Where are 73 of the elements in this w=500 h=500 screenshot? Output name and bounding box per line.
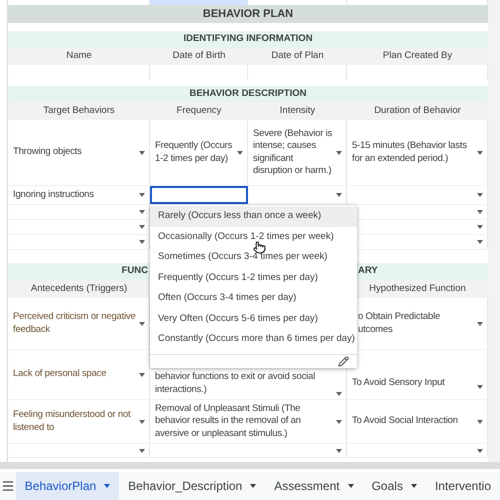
dropdown-arrow-icon[interactable] — [477, 210, 483, 214]
caret-icon[interactable] — [104, 484, 110, 488]
sheet-tab[interactable]: Interventio — [426, 472, 500, 500]
dropdown-option[interactable]: Constantly (Occurs more than 6 times per day) — [150, 329, 357, 350]
dropdown-arrow-icon[interactable] — [139, 240, 145, 244]
cell-text: o Obtain Predictable utcomes — [358, 311, 440, 336]
section-title: BEHAVIOR DESCRIPTION — [189, 86, 306, 101]
column-header: Target Behaviors — [43, 104, 115, 118]
dropdown-option[interactable]: Often (Occurs 3-4 times per day) — [150, 288, 357, 308]
horizontal-scrollbar[interactable] — [0, 462, 500, 469]
dropdown-arrow-icon[interactable] — [139, 322, 145, 326]
hand-cursor-icon — [253, 241, 266, 254]
dropdown-arrow-icon[interactable] — [336, 193, 342, 197]
dropdown-arrow-icon[interactable] — [336, 150, 342, 154]
dropdown-arrow-icon[interactable] — [139, 193, 145, 197]
dropdown-arrow-icon[interactable] — [237, 150, 243, 154]
column-header: Intensity — [280, 104, 316, 118]
dropdown-arrow-icon[interactable] — [139, 150, 145, 154]
dropdown-option[interactable]: Occasionally (Occurs 1-2 times per week) — [150, 226, 357, 247]
dropdown-arrow-icon[interactable] — [139, 225, 145, 229]
dropdown-arrow-icon[interactable] — [139, 372, 145, 376]
dropdown-arrow-icon[interactable] — [336, 392, 342, 396]
column-header: Hypothesized Function — [369, 282, 466, 296]
cell-text: To Avoid Social Interaction — [352, 415, 458, 428]
dropdown-arrow-icon[interactable] — [477, 322, 483, 326]
plan-title: BEHAVIOR PLAN — [202, 6, 294, 22]
dropdown-arrow-icon[interactable] — [477, 150, 483, 154]
column-header: Frequency — [176, 104, 222, 118]
dropdown-arrow-icon[interactable] — [477, 448, 483, 452]
dropdown-arrow-icon[interactable] — [477, 385, 483, 389]
sheet-tab[interactable]: BehaviorPlan — [16, 472, 120, 500]
cell-text: Lack of personal space — [13, 368, 106, 381]
dropdown-arrow-icon[interactable] — [139, 210, 145, 214]
dropdown-arrow-icon[interactable] — [477, 193, 483, 197]
sheet-tab[interactable]: Assessment — [265, 472, 363, 500]
sheet-tab[interactable]: Goals — [362, 472, 426, 500]
column-header: Duration of Behavior — [374, 104, 461, 118]
column-header: Plan Created By — [382, 49, 452, 64]
dropdown-arrow-icon[interactable] — [336, 448, 342, 452]
cell-text: Perceived criticism or negative feedback — [13, 311, 137, 336]
sheet-tab[interactable]: Behavior_Description — [119, 472, 266, 500]
caret-icon[interactable] — [410, 484, 417, 488]
selected-cell[interactable] — [150, 186, 248, 204]
dropdown-arrow-icon[interactable] — [139, 420, 145, 424]
section-title-part: FUNC — [122, 264, 148, 278]
section-title-part: ARY — [358, 264, 378, 278]
dropdown-option[interactable]: Sometimes (Occurs 3-4 times per week) — [150, 247, 357, 268]
dropdown-option[interactable]: Frequently (Occurs 1-2 times per day) — [150, 268, 357, 288]
dropdown-arrow-icon[interactable] — [477, 240, 483, 244]
dropdown-arrow-icon[interactable] — [336, 420, 342, 424]
cell-text: Feeling misunderstood or not listened to — [13, 409, 132, 434]
menu-icon[interactable] — [0, 479, 15, 493]
dropdown-arrow-icon[interactable] — [477, 420, 483, 424]
cell-text: Frequently (Occurs 1-2 times per day) — [155, 140, 234, 165]
cell-text: behavior functions to exit or avoid social interactions.) — [155, 371, 316, 396]
dropdown-arrow-icon[interactable] — [139, 448, 145, 452]
cell-text: To Avoid Sensory Input — [352, 376, 445, 389]
dropdown-arrow-icon[interactable] — [477, 225, 483, 229]
column-header: Date of Plan — [271, 49, 324, 64]
column-header: Name — [66, 49, 92, 64]
cell-text: Removal of Unpleasant Stimuli (The behavior results in the removal of an aversive or unpleasant stimulus.) — [155, 402, 301, 440]
section-title: IDENTIFYING INFORMATION — [183, 32, 313, 46]
column-header: Antecedents (Triggers) — [30, 282, 128, 296]
caret-icon[interactable] — [250, 484, 256, 488]
dropdown-option[interactable]: Very Often (Occurs 5-6 times per day) — [150, 308, 357, 329]
column-header: Date of Birth — [172, 49, 226, 64]
dropdown-option[interactable]: Rarely (Occurs less than once a week) — [150, 206, 357, 226]
cell-text: Throwing objects — [13, 146, 82, 159]
cell-text: 5-15 minutes (Behavior lasts for an extended period.) — [352, 140, 468, 165]
cell-text: Ignoring instructions — [13, 188, 94, 202]
edit-icon[interactable] — [338, 356, 349, 367]
cell-text: Severe (Behavior is intense; causes significant disruption or harm.) — [253, 128, 334, 178]
caret-icon[interactable] — [348, 484, 354, 488]
